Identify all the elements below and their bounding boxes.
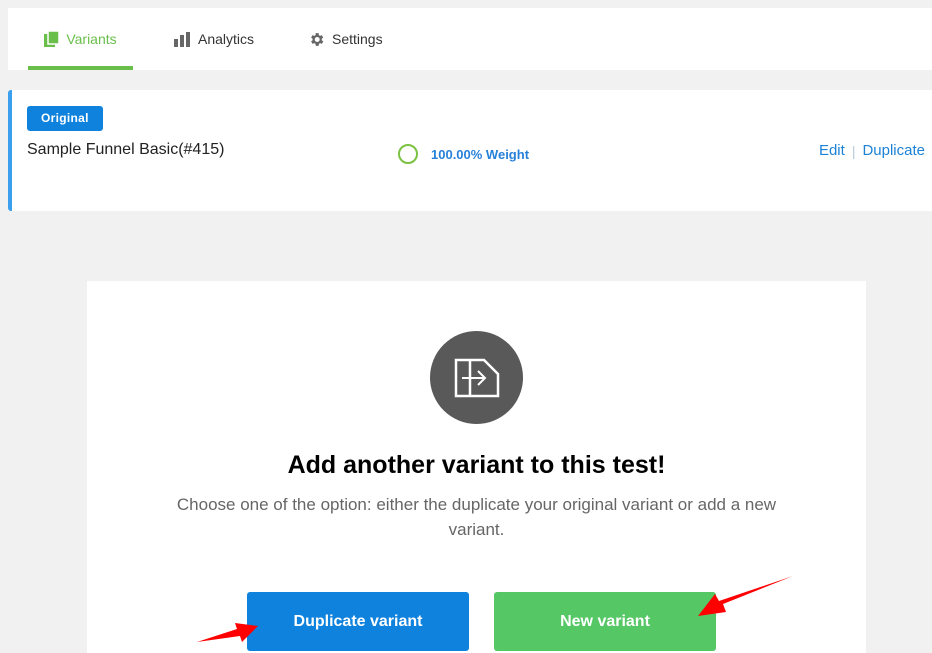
new-variant-button[interactable]: New variant xyxy=(494,592,716,651)
original-badge: Original xyxy=(27,106,103,131)
empty-state-description: Choose one of the option: either the dup… xyxy=(176,495,777,539)
copy-icon xyxy=(44,31,60,47)
variant-name: Sample Funnel Basic(#415) xyxy=(27,141,225,158)
variant-card: Original Sample Funnel Basic(#415) 100.0… xyxy=(8,90,932,211)
edit-link[interactable]: Edit xyxy=(819,142,845,159)
tab-label: Analytics xyxy=(198,31,255,47)
duplicate-variant-button[interactable]: Duplicate variant xyxy=(247,592,469,651)
empty-state-title: Add another variant to this test! xyxy=(287,451,666,479)
separator: | xyxy=(851,142,856,159)
weight-indicator: 100.00% Weight xyxy=(398,144,529,164)
tab-variants[interactable]: Variants xyxy=(28,8,133,70)
duplicate-link[interactable]: Duplicate xyxy=(862,142,925,159)
weight-label: 100.00% Weight xyxy=(431,146,530,162)
tab-settings[interactable]: Settings xyxy=(308,8,383,70)
weight-ring-icon xyxy=(398,144,418,164)
tab-bar: Variants Analytics Settings xyxy=(8,8,932,70)
variant-actions: Edit | Duplicate xyxy=(819,142,925,159)
split-page-icon xyxy=(430,331,523,424)
tab-label: Settings xyxy=(332,31,383,47)
tab-label: Variants xyxy=(66,31,117,47)
gear-icon xyxy=(308,31,325,48)
tab-analytics[interactable]: Analytics xyxy=(174,8,254,70)
bar-chart-icon xyxy=(174,31,191,47)
add-variant-panel: Add another variant to this test! Choose… xyxy=(87,281,866,653)
